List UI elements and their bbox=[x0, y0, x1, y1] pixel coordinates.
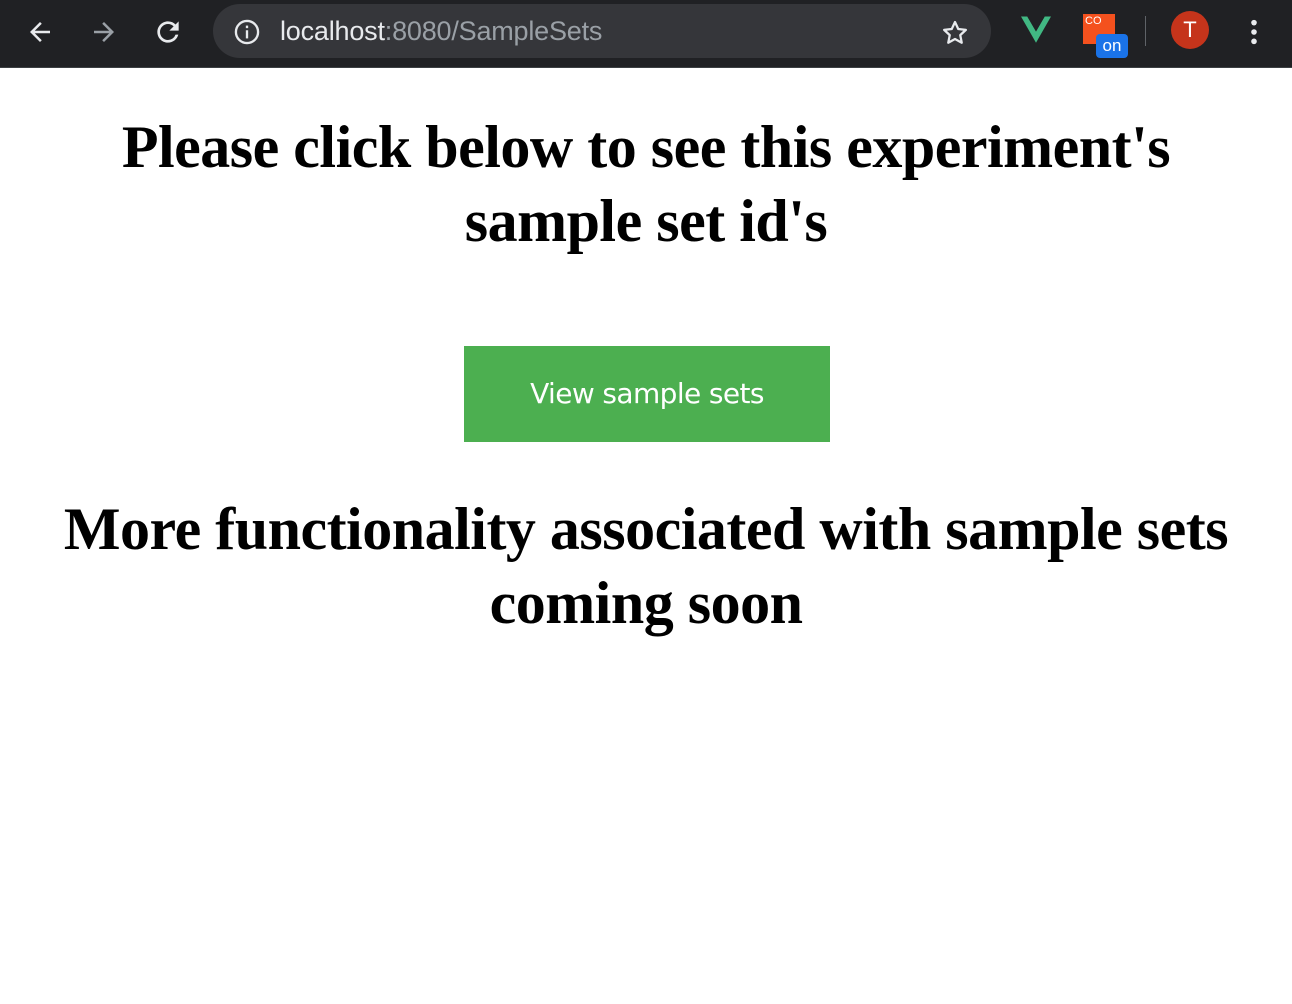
page-heading: Please click below to see this experimen… bbox=[121, 114, 1171, 254]
view-sample-sets-button[interactable]: View sample sets bbox=[464, 346, 830, 442]
forward-button[interactable] bbox=[86, 14, 122, 50]
forward-arrow-icon bbox=[94, 22, 114, 42]
url-host: localhost bbox=[280, 16, 385, 46]
coming-soon-heading: More functionality associated with sampl… bbox=[63, 496, 1229, 636]
reload-icon bbox=[157, 21, 179, 43]
page-content: Please click below to see this experimen… bbox=[0, 68, 1292, 1004]
info-icon[interactable] bbox=[233, 18, 261, 46]
back-arrow-icon bbox=[30, 22, 50, 42]
cors-extension-button[interactable]: CO on bbox=[1083, 12, 1131, 60]
url-text[interactable]: localhost:8080/SampleSets bbox=[280, 4, 602, 58]
vue-devtools-icon[interactable] bbox=[1018, 12, 1054, 48]
extension-badge: on bbox=[1096, 34, 1128, 58]
browser-toolbar: localhost:8080/SampleSets CO on T bbox=[0, 0, 1292, 68]
back-button[interactable] bbox=[22, 14, 58, 50]
url-path: :8080/SampleSets bbox=[384, 16, 603, 46]
reload-button[interactable] bbox=[150, 14, 186, 50]
toolbar-divider bbox=[1145, 16, 1146, 46]
kebab-menu-icon[interactable] bbox=[1238, 14, 1270, 50]
profile-avatar[interactable]: T bbox=[1171, 11, 1209, 49]
address-bar[interactable]: localhost:8080/SampleSets bbox=[213, 4, 991, 58]
star-icon[interactable] bbox=[940, 18, 970, 48]
